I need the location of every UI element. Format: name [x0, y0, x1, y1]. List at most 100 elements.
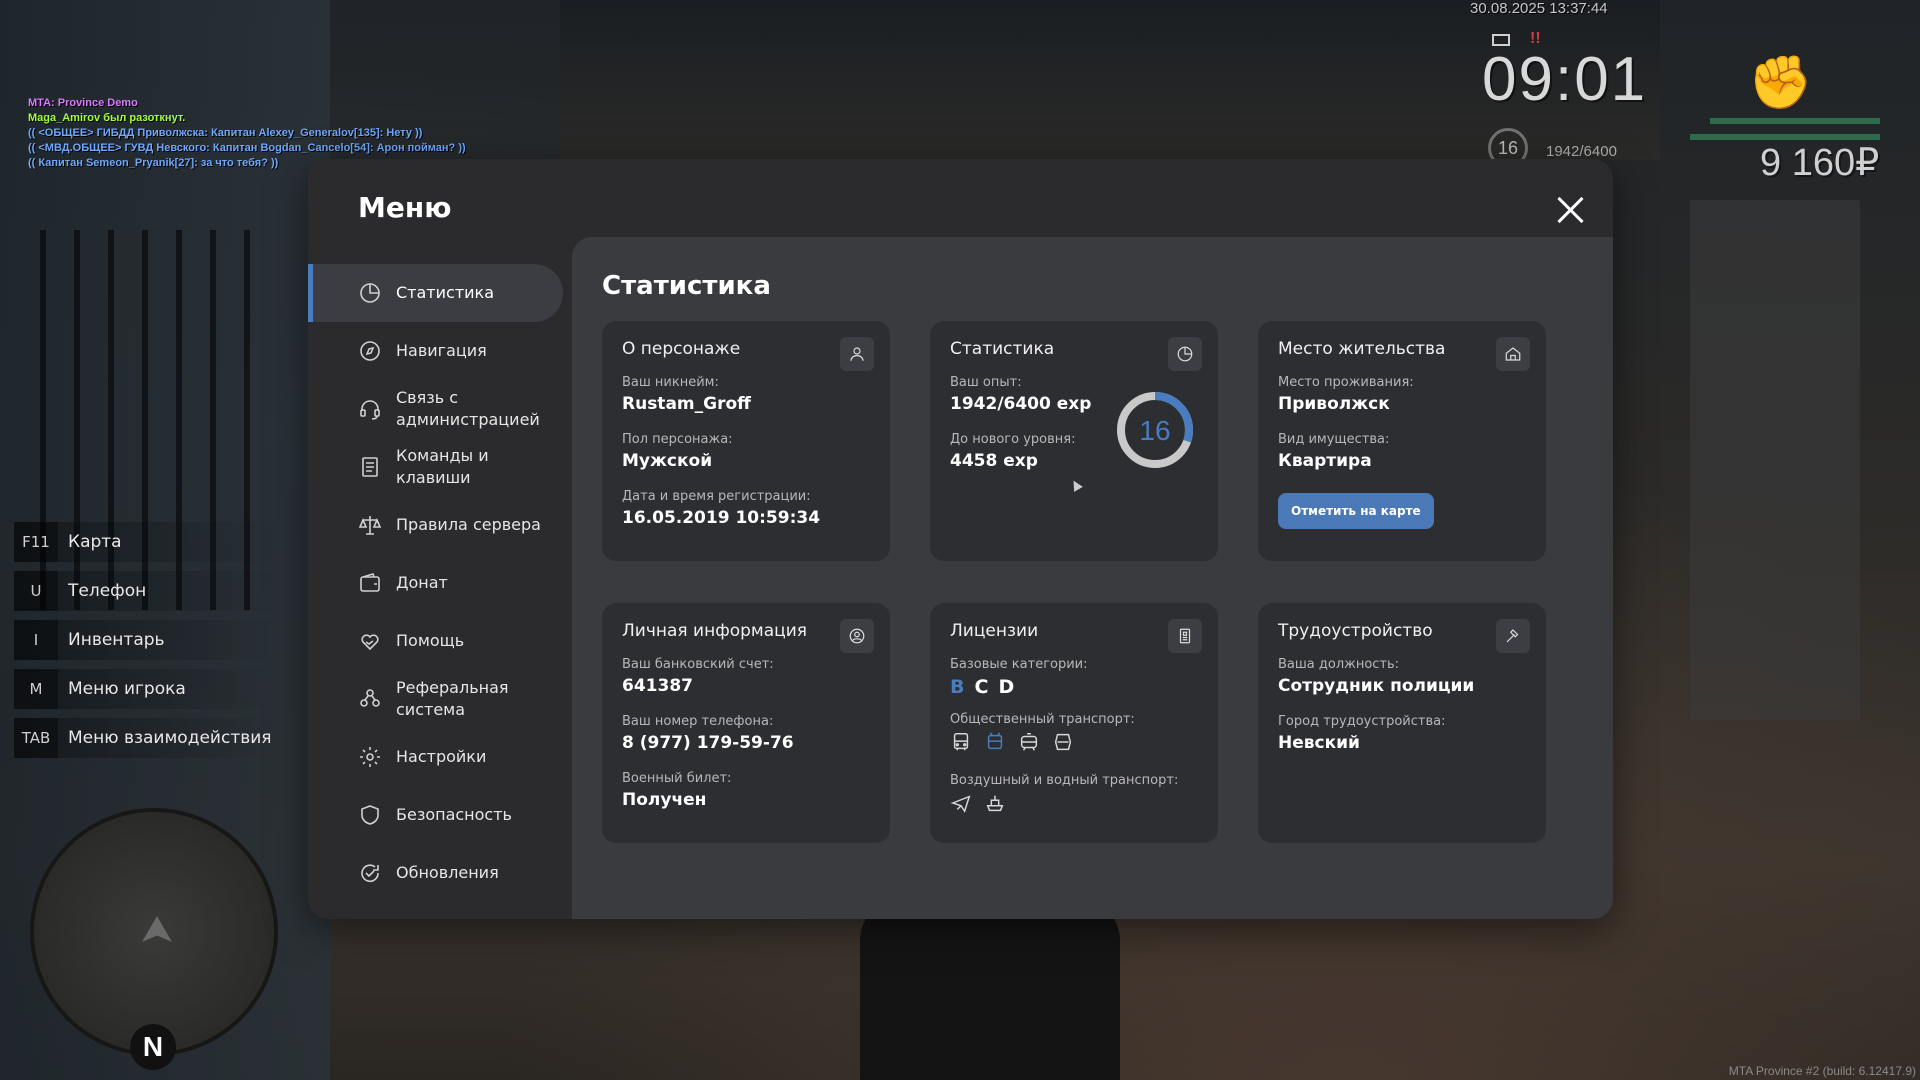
position-value: Сотрудник полиции [1278, 676, 1475, 696]
chat-line: (( <МВД.ОБЩЕЕ> ГУВД Невского: Капитан Bo… [28, 142, 466, 154]
refresh-check-icon [358, 861, 382, 885]
pie-chart-icon [1168, 337, 1202, 371]
air-water-transport-icons [950, 792, 1198, 818]
nav-item-donate[interactable]: Донат [308, 554, 563, 612]
hotkey-label: Меню взаимодействия [68, 728, 272, 748]
bus-icon [950, 731, 972, 757]
card-title: Лицензии [950, 621, 1039, 641]
public-transport-icons [950, 731, 1198, 757]
card-licenses: Лицензии Базовые категории: B C D Общест… [930, 603, 1218, 843]
nav-item-admin-contact[interactable]: Связь с администрацией [308, 380, 563, 438]
home-icon [1496, 337, 1530, 371]
hammer-icon [1496, 619, 1530, 653]
player-arrow-icon [142, 916, 172, 942]
card-personal-info: Личная информация Ваш банковский счет: 6… [602, 603, 890, 843]
nav-item-rules[interactable]: Правила сервера [308, 496, 563, 554]
close-button[interactable] [1555, 195, 1585, 225]
license-card-icon [1168, 619, 1202, 653]
hotkey-key: I [14, 620, 58, 660]
hotkey-label: Меню игрока [68, 679, 186, 699]
nav-label: Статистика [396, 283, 494, 302]
background-door [1690, 200, 1860, 720]
gender-label: Пол персонажа: [622, 432, 733, 447]
hotkey-player-menu[interactable]: M Меню игрока [14, 669, 284, 709]
scales-icon [358, 513, 382, 537]
nickname-label: Ваш никнейм: [622, 375, 719, 390]
user-icon [840, 337, 874, 371]
hotkey-label: Карта [68, 532, 122, 552]
gender-value: Мужской [622, 451, 713, 471]
nav-item-updates[interactable]: Обновления [308, 844, 563, 902]
public-transport-label: Общественный транспорт: [950, 712, 1135, 727]
hotkey-key: TAB [14, 718, 58, 758]
nav-label: Правила сервера [396, 515, 541, 534]
chat-line: MTA: Province Demo [28, 97, 138, 109]
job-city-label: Город трудоустройства: [1278, 714, 1446, 729]
hotkey-key: M [14, 669, 58, 709]
nav-label: Помощь [396, 631, 465, 650]
card-employment: Трудоустройство Ваша должность: Сотрудни… [1258, 603, 1546, 843]
people-icon [358, 687, 382, 711]
hotkey-label: Инвентарь [68, 630, 165, 650]
phone-label: Ваш номер телефона: [622, 714, 774, 729]
card-title: О персонаже [622, 339, 741, 359]
menu-window: Меню Статистика Навигация Связь с админи… [308, 159, 1613, 919]
military-label: Военный билет: [622, 771, 732, 786]
nav-item-statistics[interactable]: Статистика [308, 264, 563, 322]
hud-money: 9 160₽ [1760, 142, 1880, 184]
nav-label: Безопасность [396, 805, 512, 824]
nav-label: Донат [396, 573, 448, 592]
health-bar [1710, 118, 1880, 124]
pie-chart-icon [358, 281, 382, 305]
train-icon [1052, 731, 1074, 757]
card-character: О персонаже Ваш никнейм: Rustam_Groff По… [602, 321, 890, 561]
license-category-b: B [950, 676, 965, 698]
card-title: Трудоустройство [1278, 621, 1433, 641]
hotkey-map[interactable]: F11 Карта [14, 522, 284, 562]
content-panel: Статистика О персонаже Ваш никнейм: Rust… [572, 237, 1613, 919]
card-title: Личная информация [622, 621, 808, 641]
license-category-c: C [974, 676, 989, 698]
nav-item-commands[interactable]: Команды и клавиши [308, 438, 563, 496]
menu-title: Меню [358, 191, 452, 224]
user-circle-icon [840, 619, 874, 653]
property-type-value: Квартира [1278, 451, 1372, 471]
hotkey-phone[interactable]: U Телефон [14, 571, 284, 611]
air-water-transport-label: Воздушный и водный транспорт: [950, 773, 1179, 788]
nav-item-navigation[interactable]: Навигация [308, 322, 563, 380]
heart-hand-icon [358, 629, 382, 653]
job-city-value: Невский [1278, 733, 1360, 753]
card-title: Статистика [950, 339, 1055, 359]
bank-account-label: Ваш банковский счет: [622, 657, 774, 672]
shield-icon [358, 803, 382, 827]
hotkey-inventory[interactable]: I Инвентарь [14, 620, 284, 660]
hud-datetime: 30.08.2025 13:37:44 [1470, 0, 1608, 17]
nav-label: Обновления [396, 863, 499, 882]
position-label: Ваша должность: [1278, 657, 1400, 672]
base-categories-label: Базовые категории: [950, 657, 1088, 672]
nav-label: Настройки [396, 747, 487, 766]
section-title: Статистика [602, 271, 771, 301]
nav-item-settings[interactable]: Настройки [308, 728, 563, 786]
hotkey-key: U [14, 571, 58, 611]
card-statistics: Статистика Ваш опыт: 1942/6400 exp До но… [930, 321, 1218, 561]
fist-icon: ✊ [1748, 53, 1813, 113]
nav-item-referral[interactable]: Реферальная система [308, 670, 563, 728]
card-title: Место жительства [1278, 339, 1446, 359]
exp-label: Ваш опыт: [950, 375, 1022, 390]
nav-item-help[interactable]: Помощь [308, 612, 563, 670]
hotkey-key: F11 [14, 522, 58, 562]
nav-label: Команды и клавиши [396, 446, 489, 487]
residence-place-label: Место проживания: [1278, 375, 1414, 390]
build-info: MTA Province #2 (build: 6.12417.9) [1728, 1064, 1916, 1078]
level-progress-ring: 16 [1117, 392, 1193, 468]
military-value: Получен [622, 790, 707, 810]
hotkey-label: Телефон [68, 581, 147, 601]
mark-on-map-button[interactable]: Отметить на карте [1278, 493, 1434, 529]
nav-label: Реферальная система [396, 678, 509, 719]
nav-item-security[interactable]: Безопасность [308, 786, 563, 844]
minimap: N [30, 808, 278, 1070]
nav-label: Навигация [396, 341, 487, 360]
hotkey-interaction-menu[interactable]: TAB Меню взаимодействия [14, 718, 284, 758]
nav-label: Связь с администрацией [396, 388, 540, 429]
